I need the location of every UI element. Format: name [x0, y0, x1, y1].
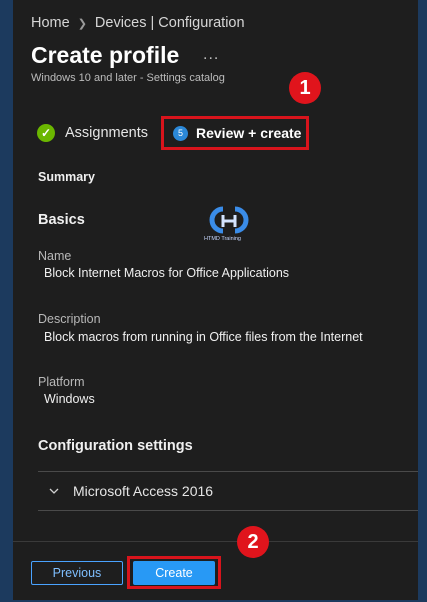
tab-assignments[interactable]: ✓ Assignments	[37, 124, 148, 142]
configuration-settings-heading: Configuration settings	[38, 438, 193, 454]
create-button[interactable]: Create	[133, 561, 215, 585]
divider	[38, 471, 418, 472]
chevron-down-icon	[49, 488, 59, 494]
platform-label: Platform	[38, 375, 85, 389]
description-label: Description	[38, 312, 101, 326]
tab-assignments-label: Assignments	[65, 125, 149, 141]
name-label: Name	[38, 249, 72, 263]
breadcrumb-home[interactable]: Home	[31, 15, 70, 31]
logo-text: HTMD Training	[204, 236, 241, 242]
create-profile-panel: Home ❯ Devices | Configuration Create pr…	[13, 0, 418, 600]
more-options-icon[interactable]: ...	[203, 46, 219, 64]
summary-heading: Summary	[38, 170, 95, 184]
divider	[38, 510, 418, 511]
breadcrumb: Home ❯ Devices | Configuration	[31, 15, 245, 31]
footer-divider	[13, 541, 418, 542]
page-subtitle: Windows 10 and later - Settings catalog	[31, 72, 225, 84]
name-value: Block Internet Macros for Office Applica…	[44, 266, 290, 280]
basics-heading: Basics	[38, 212, 85, 228]
callout-badge-2: 2	[237, 526, 269, 558]
accordion-microsoft-access-2016[interactable]: Microsoft Access 2016	[49, 483, 213, 499]
step-number-icon: 5	[173, 125, 188, 141]
platform-value: Windows	[44, 392, 95, 406]
accordion-label: Microsoft Access 2016	[73, 483, 214, 499]
description-value: Block macros from running in Office file…	[44, 330, 363, 344]
page-title: Create profile	[31, 42, 180, 68]
checkmark-icon: ✓	[37, 124, 55, 142]
tab-review-create-label: Review + create	[196, 125, 302, 141]
breadcrumb-devices-configuration[interactable]: Devices | Configuration	[95, 15, 245, 31]
callout-badge-1: 1	[289, 72, 321, 104]
tab-review-create[interactable]: 5 Review + create	[161, 116, 309, 150]
chevron-right-icon: ❯	[77, 17, 87, 30]
previous-button[interactable]: Previous	[31, 561, 123, 585]
